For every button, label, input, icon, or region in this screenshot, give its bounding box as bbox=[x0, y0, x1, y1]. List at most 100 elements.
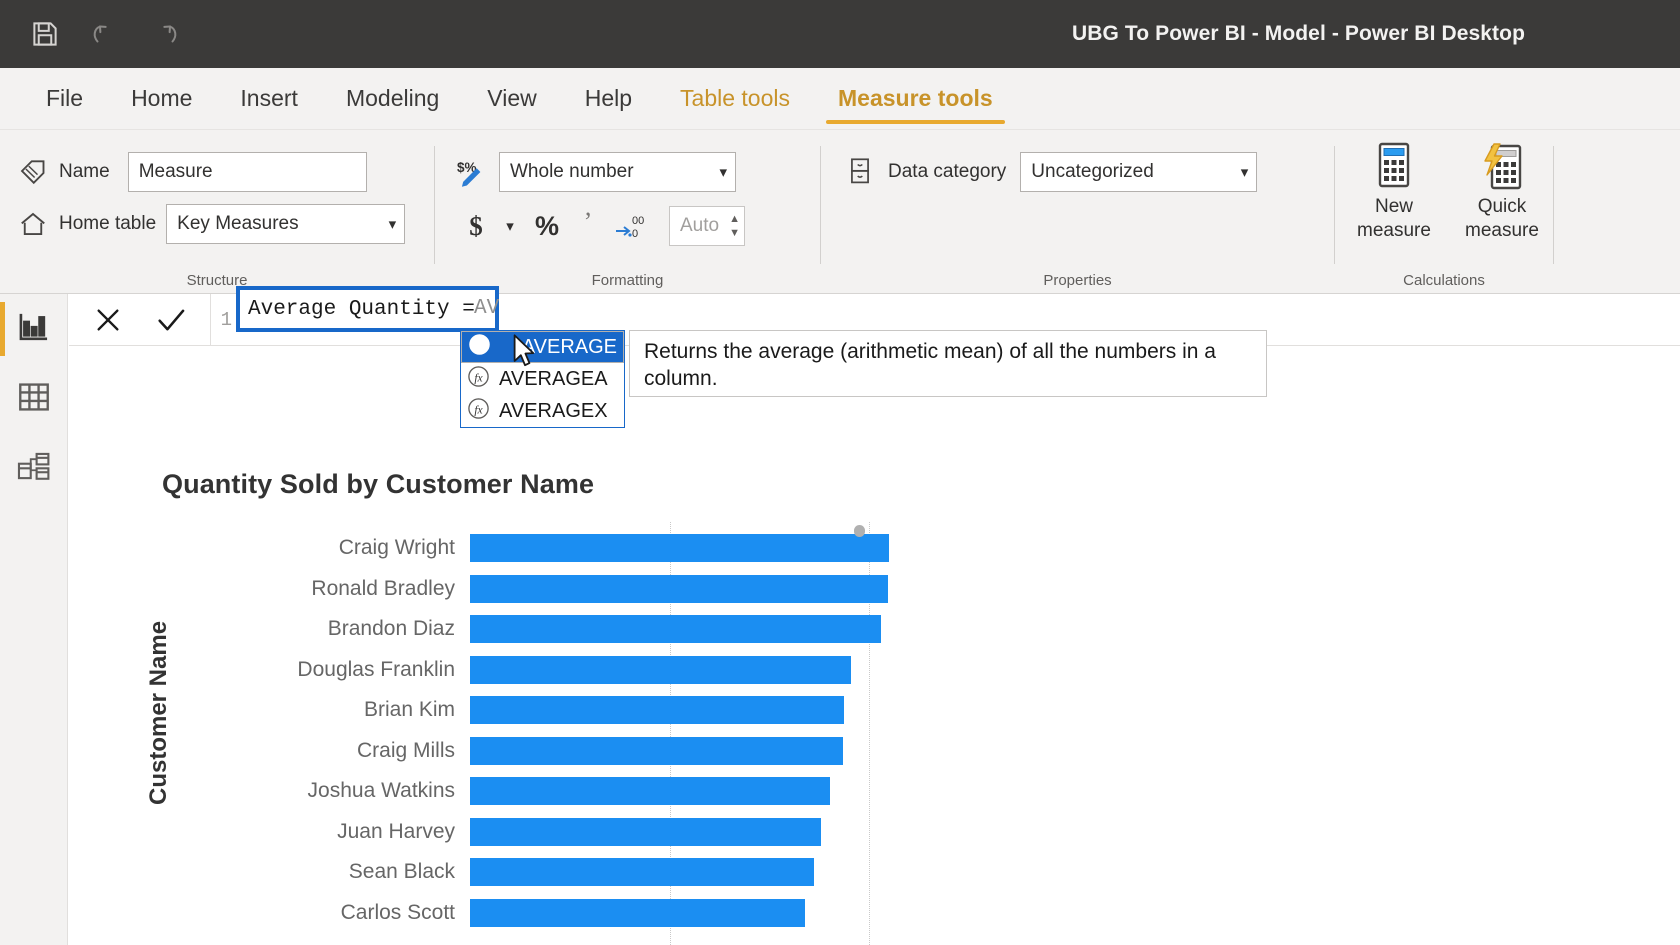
measure-name-input[interactable]: Measure bbox=[127, 152, 367, 192]
format-style-icon: $% bbox=[457, 157, 489, 187]
quick-measure-button[interactable]: Quick measure bbox=[1448, 142, 1556, 242]
chart-category-label: Joshua Watkins bbox=[307, 779, 455, 802]
chart-bar[interactable] bbox=[470, 574, 889, 603]
sidebar-item-model-view[interactable] bbox=[0, 434, 68, 504]
chart-plot-area[interactable]: Craig Wright Ronald Bradley Brandon Diaz Do… bbox=[219, 522, 939, 945]
chart-bar[interactable] bbox=[470, 817, 822, 846]
ribbon-group-structure: Name Measure Home table Key Measures ▾ S… bbox=[0, 130, 434, 294]
chevron-down-icon: ▾ bbox=[719, 163, 727, 181]
tab-help[interactable]: Help bbox=[561, 68, 656, 129]
cancel-formula-button[interactable] bbox=[85, 297, 131, 343]
chart-bar-row[interactable]: Brian Kim bbox=[219, 696, 939, 724]
chart-category-label: Carlos Scott bbox=[340, 900, 455, 924]
chart-category-label: Brian Kim bbox=[363, 698, 455, 721]
chart-bar-row[interactable]: Carlos Scott bbox=[219, 898, 939, 927]
new-measure-label-line2: measure bbox=[1357, 219, 1431, 241]
chart-bar-row[interactable]: Craig Wright bbox=[219, 534, 939, 562]
ribbon-body: Name Measure Home table Key Measures ▾ S… bbox=[0, 130, 1680, 294]
tab-insert[interactable]: Insert bbox=[216, 68, 322, 129]
chart-vertical-scrollbar[interactable] bbox=[854, 525, 865, 945]
svg-text:fx: fx bbox=[474, 404, 483, 416]
stepper-arrows-icon[interactable]: ▲ ▼ bbox=[729, 213, 740, 239]
tab-table-tools[interactable]: Table tools bbox=[656, 68, 814, 129]
tab-modeling[interactable]: Modeling bbox=[322, 68, 463, 129]
data-category-label: Data category bbox=[888, 161, 1007, 182]
chart-bar[interactable] bbox=[470, 615, 882, 643]
format-type-select[interactable]: Whole number ▾ bbox=[499, 152, 736, 192]
chart-bar[interactable] bbox=[470, 655, 852, 684]
calculator-icon bbox=[1371, 142, 1417, 194]
decimal-places-value: Auto bbox=[680, 215, 720, 236]
chart-bar[interactable] bbox=[470, 898, 806, 927]
chart-bar-row[interactable]: Douglas Franklin bbox=[219, 655, 939, 684]
chart-bar[interactable] bbox=[470, 736, 844, 765]
formula-bar-actions bbox=[69, 294, 211, 345]
window-title: UBG To Power BI - Model - Power BI Deskt… bbox=[1071, 22, 1525, 45]
ribbon-group-calculations: New measure Quick measure Calculations bbox=[1335, 130, 1553, 294]
chart-bar[interactable] bbox=[470, 696, 845, 724]
autocomplete-item-averagea[interactable]: fx AVERAGEA bbox=[461, 363, 624, 395]
chart-category-label: Brandon Diaz bbox=[327, 617, 455, 640]
quick-access-toolbar bbox=[0, 17, 182, 51]
stepper-up-icon[interactable]: ▲ bbox=[729, 213, 740, 225]
tab-home[interactable]: Home bbox=[107, 68, 216, 129]
svg-text:%: % bbox=[535, 211, 559, 241]
chart-bar[interactable] bbox=[470, 858, 815, 886]
chart-bar-row[interactable]: Sean Black bbox=[219, 858, 939, 886]
chart-bar[interactable] bbox=[470, 534, 890, 562]
group-label-calculations: Calculations bbox=[1403, 272, 1485, 289]
chart-category-label: Sean Black bbox=[348, 860, 455, 883]
autocomplete-item-averagex[interactable]: fx AVERAGEX bbox=[461, 395, 624, 427]
chart-bar-row[interactable]: Joshua Watkins bbox=[219, 777, 939, 805]
svg-text:fx: fx bbox=[475, 340, 484, 352]
stepper-down-icon[interactable]: ▼ bbox=[729, 227, 740, 239]
commit-formula-button[interactable] bbox=[148, 297, 194, 343]
autocomplete-label: AVERAGEX bbox=[499, 399, 608, 422]
home-icon bbox=[18, 209, 48, 239]
chart-category-label: Craig Mills bbox=[356, 738, 455, 762]
function-icon: fx bbox=[467, 365, 490, 394]
ribbon-tab-strip: File Home Insert Modeling View Help Tabl… bbox=[0, 68, 1680, 130]
chart-category-label: Juan Harvey bbox=[337, 819, 455, 843]
decimal-places-stepper[interactable]: Auto ▲ ▼ bbox=[669, 206, 745, 246]
power-bi-desktop-window: UBG To Power BI - Model - Power BI Deskt… bbox=[0, 0, 1680, 945]
home-table-value: Key Measures bbox=[177, 213, 299, 234]
chart-bar-row[interactable]: Juan Harvey bbox=[219, 817, 939, 846]
table-icon bbox=[17, 381, 51, 418]
chart-scrollbar-thumb[interactable] bbox=[854, 525, 865, 537]
report-canvas: Quantity Sold by Customer Name Customer … bbox=[69, 347, 1680, 945]
autocomplete-item-average[interactable]: fx AVERAGE bbox=[461, 331, 624, 363]
function-icon: fx bbox=[468, 333, 491, 362]
svg-text:0: 0 bbox=[632, 228, 638, 240]
tab-view[interactable]: View bbox=[463, 68, 560, 129]
group-label-properties: Properties bbox=[1043, 272, 1112, 289]
redo-icon[interactable] bbox=[148, 17, 182, 51]
chart-bar[interactable] bbox=[470, 777, 831, 805]
thousands-separator-button[interactable]: ’ bbox=[573, 206, 603, 246]
decimal-places-button[interactable]: 00 0 bbox=[609, 206, 655, 246]
home-table-select[interactable]: Key Measures ▾ bbox=[166, 204, 406, 244]
new-measure-button[interactable]: New measure bbox=[1340, 142, 1448, 242]
sidebar-item-data-view[interactable] bbox=[0, 364, 68, 434]
percent-format-button[interactable]: % bbox=[527, 206, 567, 246]
chart-bar-row[interactable]: Ronald Bradley bbox=[219, 574, 939, 603]
chart-bar-row[interactable]: Brandon Diaz bbox=[219, 615, 939, 643]
tag-icon bbox=[18, 157, 48, 187]
home-table-label: Home table bbox=[59, 213, 157, 234]
currency-dropdown-chevron-icon[interactable]: ▾ bbox=[499, 206, 521, 246]
save-icon[interactable] bbox=[28, 17, 62, 51]
chevron-down-icon: ▾ bbox=[1240, 163, 1249, 181]
currency-format-button[interactable]: $ bbox=[459, 206, 493, 246]
sidebar-item-report-view[interactable] bbox=[0, 294, 68, 364]
chart-category-label: Ronald Bradley bbox=[311, 576, 455, 600]
svg-text:$: $ bbox=[469, 211, 483, 241]
data-category-select[interactable]: Uncategorized ▾ bbox=[1020, 152, 1258, 192]
chart-bar-row[interactable]: Craig Mills bbox=[219, 736, 939, 765]
formula-line-number: 1 bbox=[220, 308, 232, 331]
undo-icon[interactable] bbox=[88, 17, 122, 51]
tab-measure-tools[interactable]: Measure tools bbox=[814, 68, 1017, 129]
view-switcher-bar bbox=[0, 294, 68, 945]
name-label: Name bbox=[59, 161, 110, 182]
tab-file[interactable]: File bbox=[22, 68, 107, 129]
ribbon-divider bbox=[1553, 146, 1554, 264]
